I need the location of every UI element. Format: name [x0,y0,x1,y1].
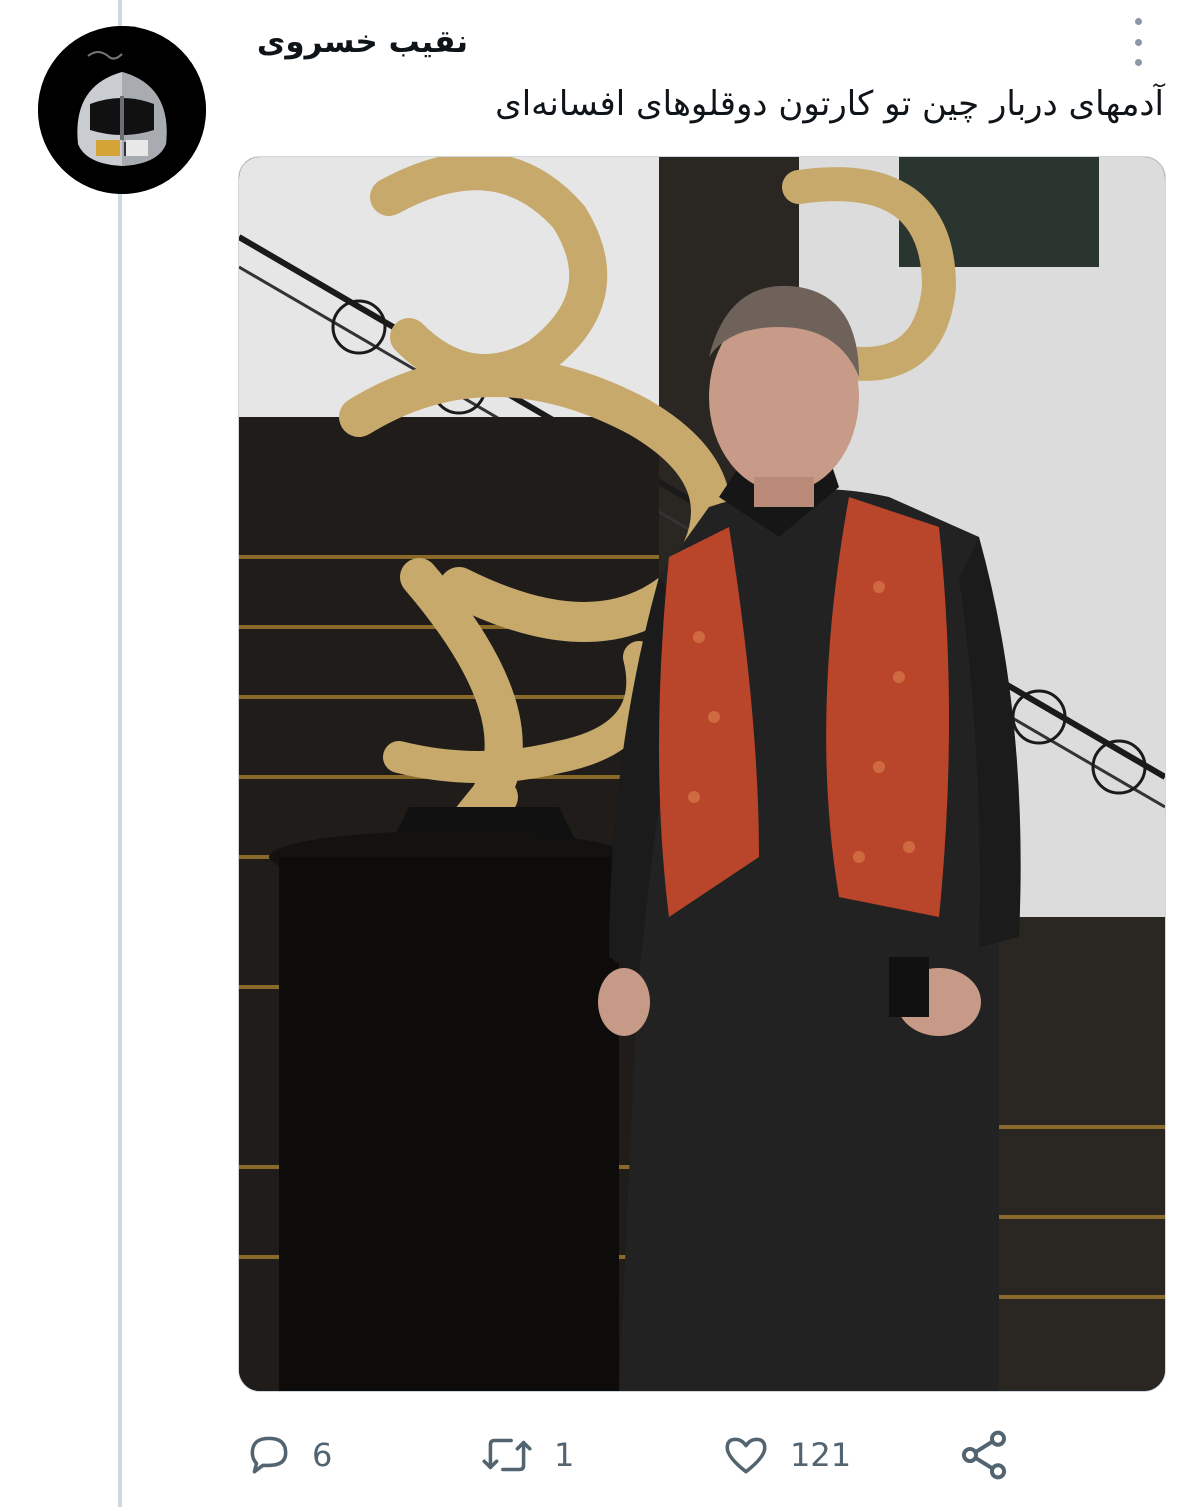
share-icon [961,1430,1007,1480]
helmet-avatar-icon [38,26,206,194]
tweet-photo[interactable] [238,156,1166,1392]
like-icon [725,1437,767,1474]
tweet-action-bar: 6 1 121 [238,1420,1168,1490]
author-avatar[interactable] [38,26,206,194]
retweet-count: 1 [554,1436,575,1474]
share-button[interactable] [956,1420,1012,1490]
retweet-icon [482,1438,532,1472]
more-options-icon[interactable] [1128,18,1148,66]
like-button[interactable]: 121 [720,1420,851,1490]
like-count: 121 [790,1436,852,1474]
author-name[interactable]: نقیب خسروی [257,24,468,60]
reply-count: 6 [312,1436,333,1474]
reply-button[interactable]: 6 [244,1420,332,1490]
photo-man-in-vest-icon [239,157,1165,1391]
thread-line [118,0,122,1507]
reply-icon [250,1436,288,1474]
retweet-button[interactable]: 1 [478,1420,574,1490]
tweet-text: آدمهای دربار چین تو کارتون دوقلوهای افسا… [495,84,1164,124]
